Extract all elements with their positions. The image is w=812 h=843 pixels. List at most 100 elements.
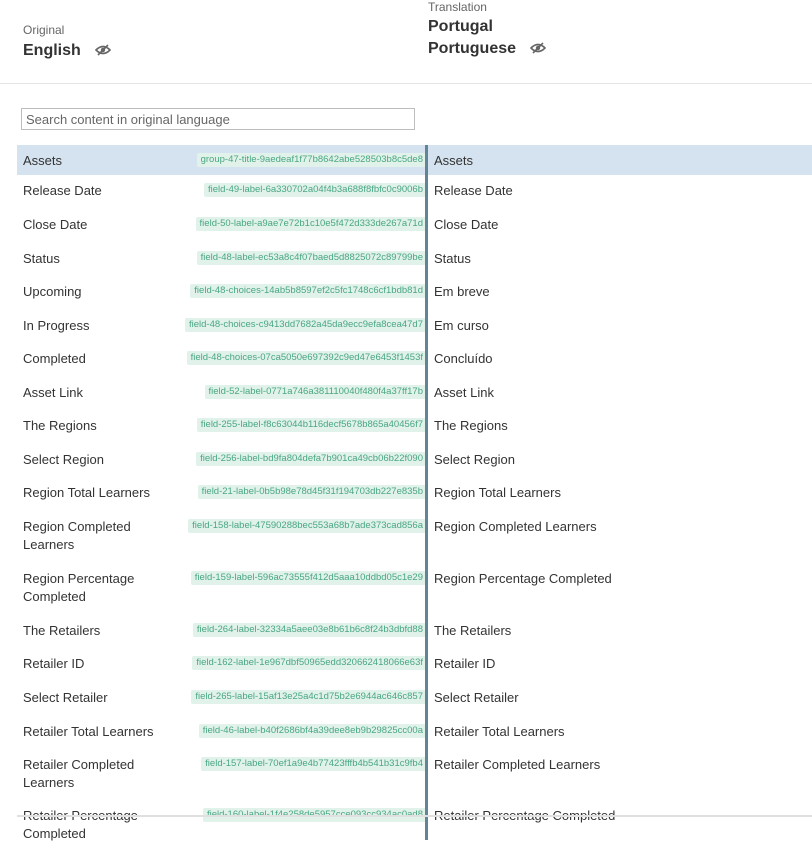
original-text: Completed: [23, 351, 86, 366]
original-text: Upcoming: [23, 284, 82, 299]
translation-list: Assets group-47-title-9aedeaf1f77b8642abe…: [17, 145, 812, 841]
string-key-badge: field-21-label-0b5b98e78d45f31f194703db2…: [197, 485, 427, 499]
translation-row[interactable]: Retailer Completed Learners field-157-lab…: [17, 749, 812, 800]
language-header: Original English Translation Portugal Po…: [0, 0, 812, 84]
string-key-badge: field-48-label-ec53a8c4f07baed5d8825072c…: [196, 251, 427, 265]
string-key-badge: group-47-title-9aedeaf1f77b8642abe528503…: [196, 153, 427, 167]
row-divider-bar: [425, 563, 428, 615]
row-divider-bar: [425, 276, 428, 310]
original-text: The Retailers: [23, 623, 101, 638]
original-text: Retailer Total Learners: [23, 724, 154, 739]
translation-row[interactable]: Close Date field-50-label-a9ae7e72b1c10e5…: [17, 209, 812, 243]
translated-text[interactable]: Concluído: [434, 350, 493, 368]
row-divider-bar: [425, 749, 428, 800]
translated-text[interactable]: Retailer Completed Learners: [434, 756, 600, 774]
translation-row[interactable]: Region Percentage Completed field-159-lab…: [17, 563, 812, 615]
row-divider-bar: [425, 800, 428, 840]
original-text: Retailer Completed Learners: [23, 757, 135, 790]
row-divider-bar: [425, 648, 428, 682]
translated-text[interactable]: Retailer Total Learners: [434, 723, 565, 741]
translated-text[interactable]: Region Percentage Completed: [434, 570, 612, 588]
translation-row[interactable]: Region Total Learners field-21-label-0b5b…: [17, 477, 812, 511]
translation-row[interactable]: Select Region field-256-label-bd9fa804def…: [17, 444, 812, 477]
translated-text[interactable]: Region Completed Learners: [434, 518, 597, 536]
row-divider-bar: [425, 175, 428, 209]
row-divider-bar: [425, 444, 428, 477]
string-key-badge: field-264-label-32334a5aee03e8b61b6c8f24…: [192, 623, 427, 637]
string-key-badge: field-256-label-bd9fa804defa7b901ca49cb0…: [196, 452, 427, 466]
translation-row[interactable]: Select Retailer field-265-label-15af13e25…: [17, 682, 812, 716]
original-text: Region Percentage Completed: [23, 571, 135, 604]
row-divider-bar: [425, 310, 428, 343]
original-text: Retailer ID: [23, 656, 85, 671]
translated-text[interactable]: Asset Link: [434, 384, 494, 402]
string-key-badge: field-46-label-b40f2686bf4a39dee8eb9b298…: [198, 724, 427, 738]
row-divider-bar: [425, 377, 428, 410]
string-key-badge: field-162-label-1e967dbf50965edd32066241…: [192, 656, 427, 670]
string-key-badge: field-48-choices-14ab5b8597ef2c5fc1748c6…: [190, 284, 427, 298]
eye-slash-icon[interactable]: [95, 44, 112, 56]
translation-region: Portugal: [428, 18, 493, 35]
row-divider-bar: [425, 343, 428, 377]
string-key-badge: field-265-label-15af13e25a4c1d75b2e6944a…: [191, 690, 427, 704]
string-key-badge: field-50-label-a9ae7e72b1c10e5f472d333de…: [195, 217, 427, 231]
translated-text[interactable]: Em curso: [434, 317, 489, 335]
string-key-badge: field-158-label-47590288bec553a68b7ade37…: [188, 519, 427, 533]
row-divider-bar: [425, 209, 428, 243]
original-text: Close Date: [23, 217, 88, 232]
translated-text[interactable]: The Retailers: [434, 622, 511, 640]
original-text: Status: [23, 251, 60, 266]
string-key-badge: field-159-label-596ac73555f412d5aaa10ddb…: [190, 571, 427, 585]
translated-text[interactable]: Region Total Learners: [434, 484, 561, 502]
translated-text[interactable]: Select Region: [434, 451, 515, 469]
original-text: Asset Link: [23, 385, 83, 400]
original-text: In Progress: [23, 318, 90, 333]
string-key-badge: field-255-label-f8c63044b116decf5678b865…: [196, 418, 427, 432]
original-text: Assets: [23, 153, 63, 168]
translation-language-name: Portuguese: [428, 40, 517, 57]
translated-text[interactable]: Select Retailer: [434, 689, 519, 707]
row-divider-bar: [425, 410, 428, 444]
translation-row[interactable]: In Progress field-48-choices-c9413dd7682a…: [17, 310, 812, 343]
translation-row[interactable]: Asset Link field-52-label-0771a746a381110…: [17, 377, 812, 410]
translated-text[interactable]: Status: [434, 250, 471, 268]
translation-row[interactable]: Completed field-48-choices-07ca5050e69739…: [17, 343, 812, 377]
original-text: The Regions: [23, 418, 97, 433]
row-divider-bar: [425, 477, 428, 511]
row-divider-bar: [425, 145, 428, 175]
string-key-badge: field-48-choices-c9413dd7682a45da9ecc9ef…: [185, 318, 427, 332]
translation-row[interactable]: Status field-48-label-ec53a8c4f07baed5d88…: [17, 243, 812, 276]
original-language-column: Original English: [23, 23, 112, 60]
translation-row[interactable]: Region Completed Learners field-158-label…: [17, 511, 812, 563]
original-text: Select Retailer: [23, 690, 108, 705]
string-key-badge: field-157-label-70ef1a9e4b77423fffb4b541…: [201, 757, 427, 771]
translated-text[interactable]: Close Date: [434, 216, 498, 234]
translated-text[interactable]: Release Date: [434, 182, 513, 200]
translated-text[interactable]: The Regions: [434, 417, 508, 435]
string-key-badge: field-48-choices-07ca5050e697392c9ed47e6…: [186, 351, 427, 365]
translation-row[interactable]: Release Date field-49-label-6a330702a04f4…: [17, 175, 812, 209]
original-text: Retailer Percentage Completed: [23, 808, 138, 841]
translation-row[interactable]: Assets group-47-title-9aedeaf1f77b8642abe…: [17, 145, 812, 175]
original-text: Release Date: [23, 183, 102, 198]
translated-text[interactable]: Assets: [434, 152, 473, 170]
eye-slash-icon[interactable]: [530, 42, 547, 54]
scroll-edge-divider: [17, 815, 812, 817]
translation-row[interactable]: Retailer ID field-162-label-1e967dbf50965…: [17, 648, 812, 682]
translation-language-column: Translation Portugal Portuguese: [428, 0, 547, 58]
string-key-badge: field-52-label-0771a746a381110040f480f4a…: [204, 385, 427, 399]
translation-row[interactable]: Retailer Percentage Completedfield-160-l…: [17, 800, 812, 841]
row-divider-bar: [425, 716, 428, 749]
search-input[interactable]: [21, 108, 415, 130]
original-text: Region Total Learners: [23, 485, 150, 500]
row-divider-bar: [425, 682, 428, 716]
translated-text[interactable]: Em breve: [434, 283, 490, 301]
translation-row[interactable]: The Regions field-255-label-f8c63044b116d…: [17, 410, 812, 444]
translation-row[interactable]: The Retailers field-264-label-32334a5aee0…: [17, 615, 812, 648]
row-divider-bar: [425, 511, 428, 563]
row-divider-bar: [425, 615, 428, 648]
translation-row[interactable]: Upcoming field-48-choices-14ab5b8597ef2c5…: [17, 276, 812, 310]
translated-text[interactable]: Retailer ID: [434, 655, 495, 673]
translation-row[interactable]: Retailer Total Learners field-46-label-b4…: [17, 716, 812, 749]
original-text: Region Completed Learners: [23, 519, 131, 552]
